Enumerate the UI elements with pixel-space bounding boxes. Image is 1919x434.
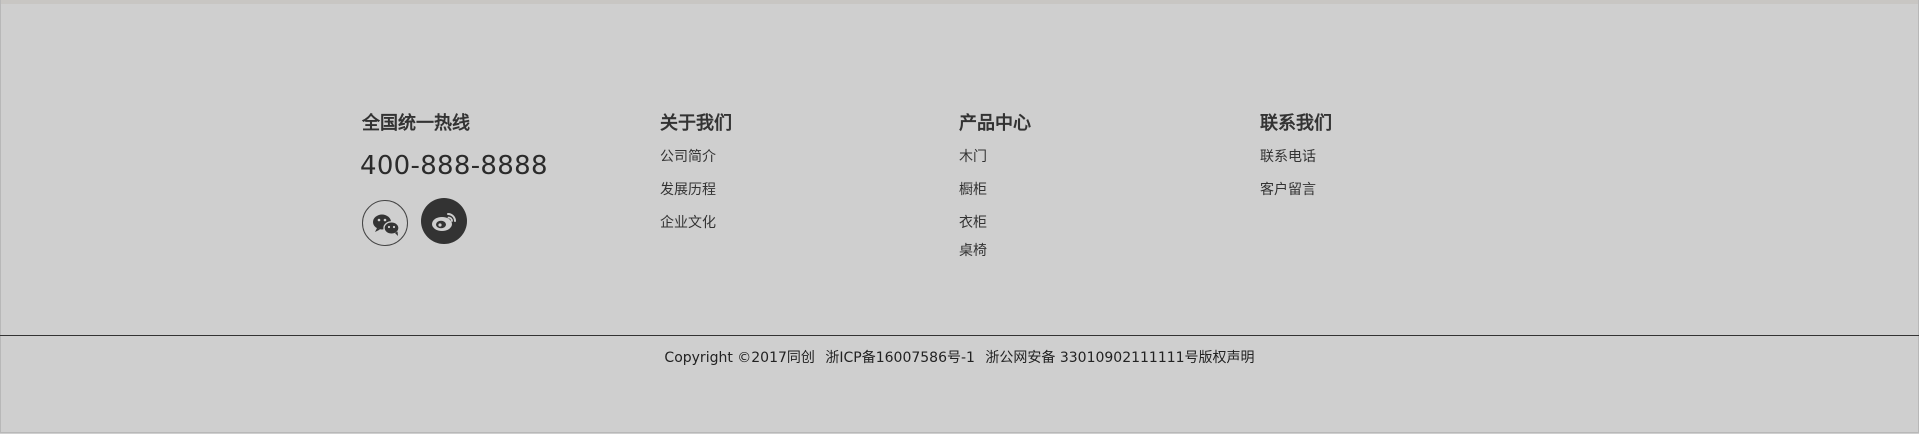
weibo-button[interactable] xyxy=(421,198,467,244)
about-link-culture[interactable]: 企业文化 xyxy=(660,214,732,232)
products-link-doors[interactable]: 木门 xyxy=(959,148,1031,166)
wechat-button[interactable] xyxy=(362,200,408,246)
footer-divider xyxy=(0,335,1919,336)
contact-column: 联系我们 联系电话 客户留言 xyxy=(1260,112,1332,214)
products-link-tables-chairs[interactable]: 桌椅 xyxy=(959,242,1031,260)
hotline-title: 全国统一热线 xyxy=(362,113,470,134)
about-links: 公司简介 发展历程 企业文化 xyxy=(660,148,732,232)
hotline-column: 全国统一热线 400-888-8888 xyxy=(360,112,547,246)
products-link-wardrobes[interactable]: 衣柜 xyxy=(959,214,1031,232)
contact-link-message[interactable]: 客户留言 xyxy=(1260,181,1332,199)
weibo-icon xyxy=(432,213,456,231)
about-link-intro[interactable]: 公司简介 xyxy=(660,148,732,166)
wechat-icon xyxy=(373,214,400,236)
icp-license-link[interactable]: 浙ICP备16007586号-1 xyxy=(825,350,975,366)
hotline-phone[interactable]: 400-888-8888 xyxy=(360,150,548,182)
copyright-text: Copyright ©2017同创 xyxy=(664,350,815,366)
products-title: 产品中心 xyxy=(959,113,1031,134)
police-record-link[interactable]: 浙公网安备 33010902111111号版权声明 xyxy=(985,350,1254,366)
contact-title: 联系我们 xyxy=(1260,113,1332,134)
contact-links: 联系电话 客户留言 xyxy=(1260,148,1332,199)
about-link-history[interactable]: 发展历程 xyxy=(660,181,732,199)
products-link-cabinets[interactable]: 橱柜 xyxy=(959,181,1031,199)
copyright-bar: Copyright ©2017同创 浙ICP备16007586号-1 浙公网安备… xyxy=(0,348,1919,368)
products-column: 产品中心 木门 橱柜 衣柜 桌椅 xyxy=(959,112,1031,275)
about-column: 关于我们 公司简介 发展历程 企业文化 xyxy=(660,112,732,247)
products-links: 木门 橱柜 衣柜 桌椅 xyxy=(959,148,1031,260)
contact-link-phone[interactable]: 联系电话 xyxy=(1260,148,1332,166)
about-title: 关于我们 xyxy=(660,113,732,134)
